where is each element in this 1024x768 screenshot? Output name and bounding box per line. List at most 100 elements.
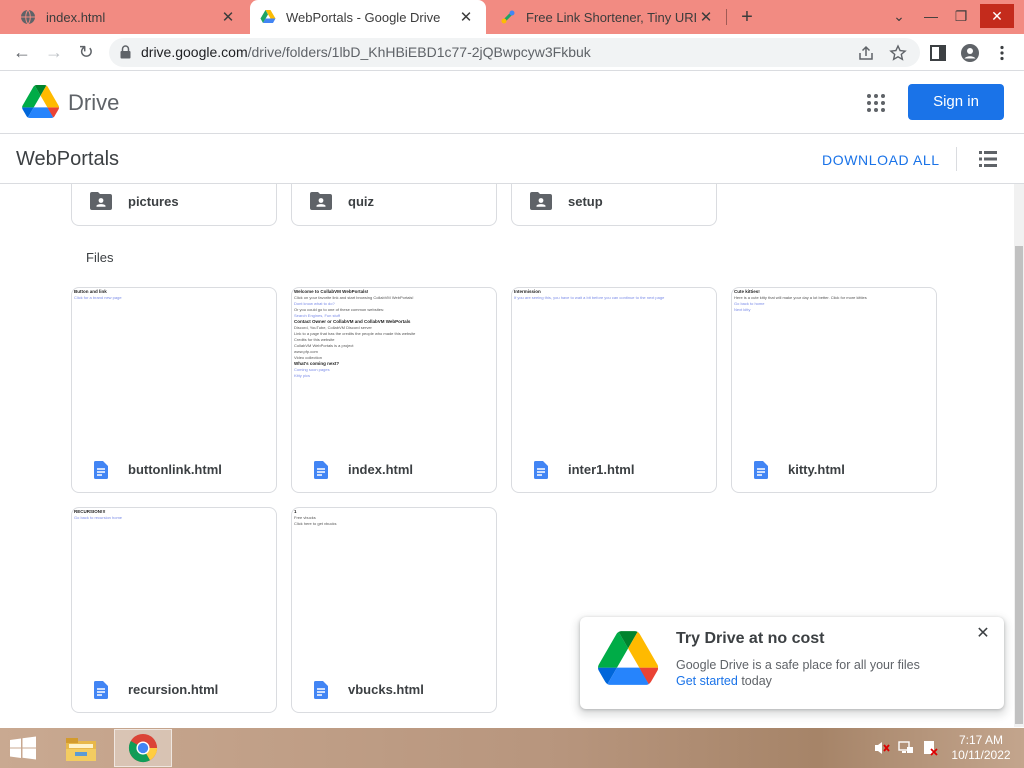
tab-tinyurl[interactable]: Free Link Shortener, Tiny URL - n ✕	[488, 0, 726, 34]
tab-search-chevron-icon[interactable]: ⌄	[884, 4, 914, 28]
url-host: drive.google.com	[141, 44, 248, 60]
new-tab-button[interactable]: +	[736, 6, 758, 28]
promo-cta: Get started today	[676, 674, 772, 688]
tab-title: index.html	[46, 9, 106, 25]
windows-start-icon[interactable]	[8, 736, 38, 760]
document-icon	[534, 461, 548, 479]
tab-title: WebPortals - Google Drive	[286, 9, 441, 25]
thumbnail-line: Go back to recursion home	[74, 515, 123, 520]
file-name: inter1.html	[568, 462, 635, 477]
file-name: recursion.html	[128, 682, 219, 697]
document-icon	[314, 461, 328, 479]
file-thumbnail: Intermission If you are seeing this, you …	[512, 288, 716, 438]
vertical-scrollbar[interactable]	[1014, 184, 1024, 727]
tab-close-icon[interactable]: ✕	[456, 8, 476, 26]
thumbnail-line: Kitty pics	[294, 373, 311, 378]
tab-close-icon[interactable]: ✕	[218, 8, 238, 26]
drive-logo-icon	[598, 631, 658, 685]
windows-taskbar: 7:17 AM 10/11/2022	[0, 728, 1024, 768]
folder-card[interactable]: quiz	[291, 184, 497, 226]
address-bar[interactable]: drive.google.com/drive/folders/1lbD_KhHB…	[109, 38, 920, 67]
bookmark-star-icon[interactable]	[889, 44, 907, 62]
folder-card[interactable]: pictures	[71, 184, 277, 226]
file-card[interactable]: Cute kitties! Here is a cute kitty that w…	[731, 287, 937, 493]
promo-close-icon[interactable]: ✕	[974, 625, 992, 643]
page-title: WebPortals	[16, 148, 120, 170]
google-apps-icon[interactable]	[866, 93, 886, 113]
forward-button[interactable]: →	[42, 40, 66, 64]
tab-strip: index.html ✕ WebPortals - Google Drive ✕…	[0, 0, 1024, 34]
shared-folder-icon	[310, 192, 332, 210]
file-name: index.html	[348, 462, 414, 477]
document-icon	[94, 681, 108, 699]
action-center-icon[interactable]	[922, 740, 938, 756]
tab-google-drive[interactable]: WebPortals - Google Drive ✕	[250, 0, 486, 34]
file-name: kitty.html	[788, 462, 845, 477]
restore-button[interactable]: ❐	[946, 4, 976, 28]
section-heading-files: Files	[86, 250, 114, 265]
promo-cta-suffix: today	[737, 674, 772, 688]
sign-in-button[interactable]: Sign in	[908, 84, 1004, 120]
promo-body: Google Drive is a safe place for all you…	[676, 658, 920, 672]
file-name: vbucks.html	[348, 682, 424, 697]
file-card[interactable]: RECURSION!!! Go back to recursion home re…	[71, 507, 277, 713]
back-button[interactable]: ←	[10, 40, 34, 64]
document-icon	[754, 461, 768, 479]
download-all-button[interactable]: DOWNLOAD ALL	[822, 152, 940, 168]
tab-separator	[726, 9, 727, 25]
chrome-button[interactable]	[114, 729, 172, 767]
file-thumbnail: Cute kitties! Here is a cute kitty that w…	[732, 288, 936, 438]
file-card[interactable]: Intermission If you are seeing this, you …	[511, 287, 717, 493]
thumbnail-line: Click for a brand new page	[74, 295, 122, 300]
network-icon[interactable]	[898, 740, 914, 756]
window-close-button[interactable]: ✕	[980, 4, 1014, 28]
reload-button[interactable]: ↻	[74, 40, 98, 64]
thumbnail-line: If you are seeing this, you have to wait…	[514, 295, 665, 300]
file-explorer-icon	[66, 738, 96, 761]
file-thumbnail: Welcome to CollabVM WebPortals! Click on …	[292, 288, 496, 438]
try-drive-promo: Try Drive at no cost Google Drive is a s…	[580, 617, 1004, 709]
system-clock[interactable]: 7:17 AM 10/11/2022	[946, 733, 1016, 763]
file-card[interactable]: 1 Free vbucks Click here to get vbucks vbu…	[291, 507, 497, 713]
more-menu-icon[interactable]	[992, 43, 1012, 63]
folder-header: WebPortals DOWNLOAD ALL	[0, 135, 1024, 184]
list-view-icon[interactable]	[979, 151, 997, 167]
tinyurl-icon	[501, 10, 515, 24]
document-icon	[314, 681, 328, 699]
folder-name: pictures	[128, 194, 179, 209]
file-explorer-button[interactable]	[52, 729, 110, 767]
clock-date: 10/11/2022	[951, 748, 1011, 762]
chrome-icon	[128, 733, 158, 763]
file-thumbnail: RECURSION!!! Go back to recursion home	[72, 508, 276, 658]
folder-card[interactable]: setup	[511, 184, 717, 226]
file-card[interactable]: Button and link Click for a brand new pag…	[71, 287, 277, 493]
promo-title: Try Drive at no cost	[676, 630, 825, 647]
side-panel-icon[interactable]	[928, 43, 948, 63]
scrollbar-thumb[interactable]	[1015, 246, 1023, 724]
share-icon[interactable]	[857, 44, 875, 62]
file-thumbnail: 1 Free vbucks Click here to get vbucks	[292, 508, 496, 658]
globe-icon	[21, 9, 35, 25]
thumbnail-line: Click here to get vbucks	[294, 521, 337, 526]
shared-folder-icon	[90, 192, 112, 210]
clock-time: 7:17 AM	[958, 733, 1004, 747]
url-path: /drive/folders/1lbD_KhHBiEBD1c77-2jQBwpc…	[247, 44, 591, 60]
file-name: buttonlink.html	[128, 462, 222, 477]
url-text: drive.google.com/drive/folders/1lbD_KhHB…	[141, 44, 591, 60]
document-icon	[94, 461, 108, 479]
mute-icon[interactable]	[874, 740, 890, 756]
tab-close-icon[interactable]: ✕	[696, 8, 716, 26]
drive-header: Drive Sign in	[0, 72, 1024, 134]
minimize-button[interactable]: —	[916, 4, 946, 28]
folder-name: quiz	[348, 194, 374, 209]
get-started-link[interactable]: Get started	[676, 674, 738, 688]
profile-avatar-icon[interactable]	[960, 43, 980, 63]
file-card[interactable]: Welcome to CollabVM WebPortals! Click on …	[291, 287, 497, 493]
tab-title: Free Link Shortener, Tiny URL - n	[526, 9, 696, 25]
browser-toolbar: ← → ↻ drive.google.com/drive/folders/1lb…	[0, 34, 1024, 71]
drive-logo-icon[interactable]	[22, 85, 59, 118]
drive-icon	[260, 10, 276, 23]
tab-index[interactable]: index.html ✕	[0, 0, 248, 34]
shared-folder-icon	[530, 192, 552, 210]
folder-name: setup	[568, 194, 603, 209]
